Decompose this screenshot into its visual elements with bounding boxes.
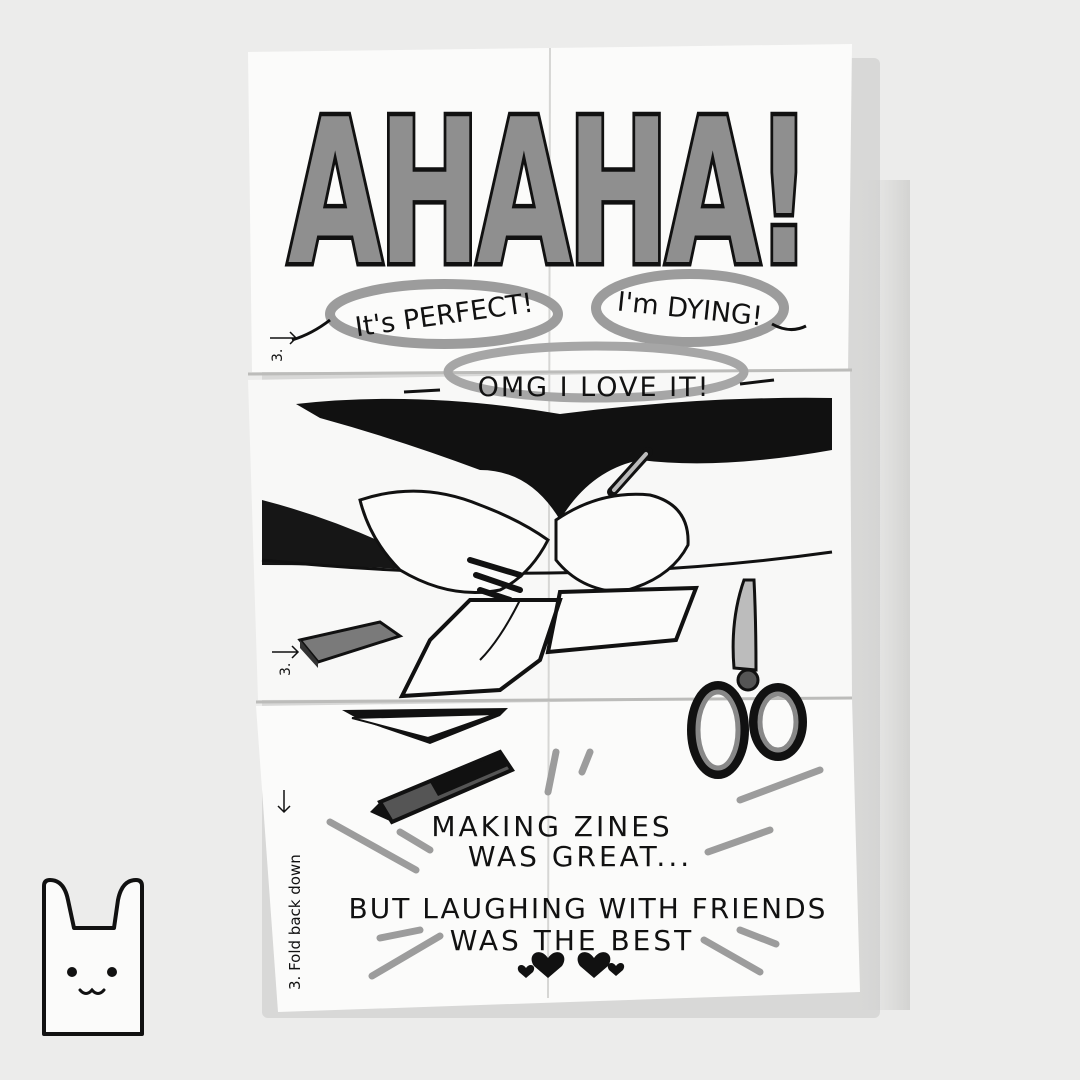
caption-line-2: WAS GREAT... — [468, 840, 692, 873]
caption-line-4: WAS THE BEST — [450, 924, 695, 957]
caption-line-1: MAKING ZINES — [431, 810, 672, 843]
fold-mark-bottom: 3. Fold back down — [286, 854, 304, 990]
bunny-logo-icon — [42, 878, 144, 1036]
bubble-center-text: OMG I LOVE IT! — [478, 372, 711, 403]
zine-photo: AHAHA! It's PERFECT! I'm DYING! OMG I LO… — [42, 44, 910, 1036]
fold-mark-middle: 3. — [278, 663, 294, 676]
caption-line-3: BUT LAUGHING WITH FRIENDS — [349, 892, 828, 925]
fold-mark-top: 3. — [270, 349, 286, 362]
